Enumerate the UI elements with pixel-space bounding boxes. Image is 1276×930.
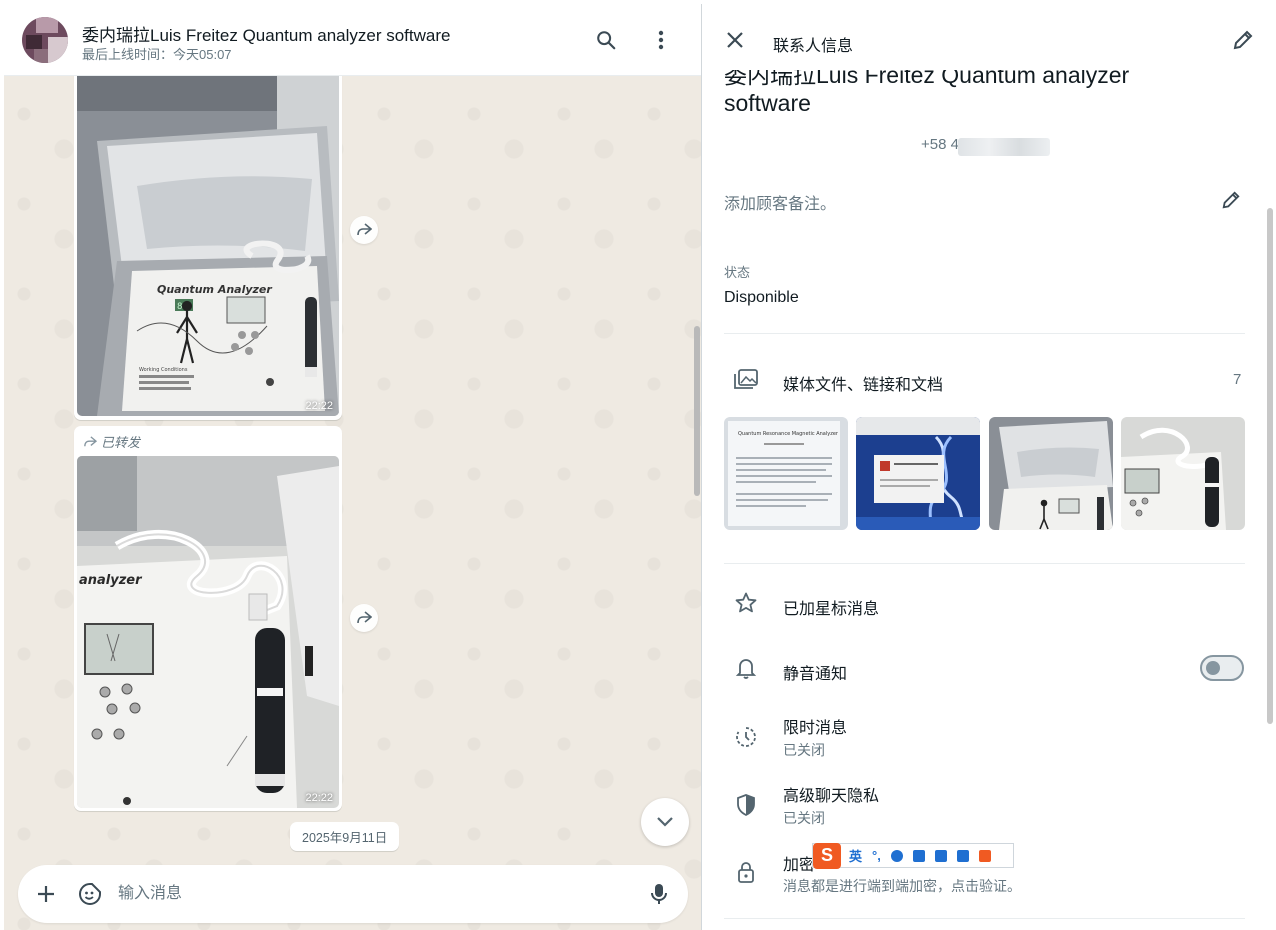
chat-scrollbar[interactable] [694,326,700,496]
attach-plus-icon[interactable] [32,880,60,908]
chevron-down-icon [657,817,673,827]
starred-messages-option[interactable]: 已加星标消息 [783,595,879,619]
divider [724,563,1245,564]
scroll-down-button[interactable] [641,798,689,846]
ime-apps-icon[interactable] [956,849,969,862]
mute-notifications-option[interactable]: 静音通知 [783,660,847,684]
composer-footer [4,862,701,930]
contact-info-title: 联系人信息 [773,38,854,55]
phone-redacted [958,138,1050,156]
date-separator: 2025年9月11日 [290,822,400,851]
media-thumbnail[interactable] [856,417,980,530]
info-scrollbar[interactable] [1267,208,1273,724]
microphone-icon[interactable] [645,880,673,908]
media-thumbnail[interactable] [989,417,1113,530]
edit-pencil-icon[interactable] [1229,26,1257,54]
encryption-description: 消息都是进行端到端加密，点击验证。 [783,878,1021,894]
timer-icon[interactable] [733,724,759,750]
message-time: 22:22 [305,792,333,804]
encryption-option[interactable]: 加密 [783,851,815,875]
whatsapp-window: 委内瑞拉Luis Freitez Quantum analyzer softwa… [0,0,1276,930]
disappearing-messages-status: 已关闭 [783,742,825,758]
media-thumbnail[interactable]: Quantum Resonance Magnetic Analyzer [724,417,848,530]
about-label: 状态 [724,265,751,280]
ime-skin-icon[interactable] [934,849,947,862]
last-seen-status: 最后上线时间：今天05:07 [82,47,232,62]
forward-icon[interactable] [350,604,378,632]
search-icon[interactable] [592,26,620,54]
close-icon[interactable] [721,26,749,54]
message-input[interactable] [118,882,618,906]
media-thumbnail[interactable] [1121,417,1245,530]
contact-name-line2: software [724,90,811,116]
bell-icon[interactable] [733,655,759,681]
shield-icon[interactable] [733,792,759,818]
star-icon[interactable] [733,590,759,616]
chat-title[interactable]: 委内瑞拉Luis Freitez Quantum analyzer softwa… [82,21,450,46]
thumb-doc-title: Quantum Resonance Magnetic Analyzer [738,431,839,437]
ime-extra-icon[interactable] [978,849,991,862]
note-edit-pencil-icon[interactable] [1217,186,1245,214]
about-value: Disponible [724,289,799,306]
device-panel-label: Working Conditions [139,367,188,373]
message-list[interactable]: Quantum Analyzer 88 [4,76,701,862]
contact-info-pane: 委内瑞拉Luis Freitez Quantum analyzer 联系人信息 … [703,4,1276,930]
avatar[interactable] [22,17,68,63]
ime-mic-icon[interactable] [890,849,903,862]
advanced-chat-privacy-status: 已关闭 [783,810,825,826]
advanced-chat-privacy-option[interactable]: 高级聊天隐私 [783,782,879,806]
contact-phone: +58 4 [921,136,959,153]
image-message[interactable]: Quantum Analyzer 88 [74,76,342,420]
device-brand-text: Quantum Analyzer [157,283,272,296]
image-message[interactable]: 已转发 analyzer 22:22 [74,426,342,811]
media-count[interactable]: 7 [1233,371,1241,388]
forwarded-text: 已转发 [101,435,141,450]
media-links-docs-label[interactable]: 媒体文件、链接和文档 [783,371,943,395]
mute-toggle[interactable] [1200,655,1244,681]
chat-header[interactable]: 委内瑞拉Luis Freitez Quantum analyzer softwa… [4,4,701,76]
ime-toolbar[interactable]: S 英 °, [812,842,1014,869]
ime-punctuation[interactable]: °, [872,848,881,863]
customer-note[interactable]: 添加顾客备注。 [724,190,836,214]
menu-icon[interactable] [647,26,675,54]
divider [724,918,1245,919]
ime-logo-icon[interactable]: S [813,842,841,869]
device-model-text: analyzer [79,573,143,588]
message-photo[interactable]: Quantum Analyzer 88 [77,76,339,416]
message-photo[interactable]: analyzer 22:22 [77,456,339,808]
forwarded-label: 已转发 [77,429,339,456]
disappearing-messages-option[interactable]: 限时消息 [783,714,847,738]
composer [18,865,688,923]
media-gallery-icon[interactable] [733,366,759,392]
ime-mode[interactable]: 英 [849,846,862,865]
chat-pane: 委内瑞拉Luis Freitez Quantum analyzer softwa… [4,4,702,930]
contact-info-header: 联系人信息 [703,4,1276,70]
ime-keyboard-icon[interactable] [912,849,925,862]
forward-icon[interactable] [350,216,378,244]
divider [724,333,1245,334]
toggle-knob [1206,661,1220,675]
message-time: 22:22 [305,400,333,412]
lock-icon[interactable] [733,859,759,885]
forwarded-icon [84,435,97,446]
sticker-icon[interactable] [76,880,104,908]
